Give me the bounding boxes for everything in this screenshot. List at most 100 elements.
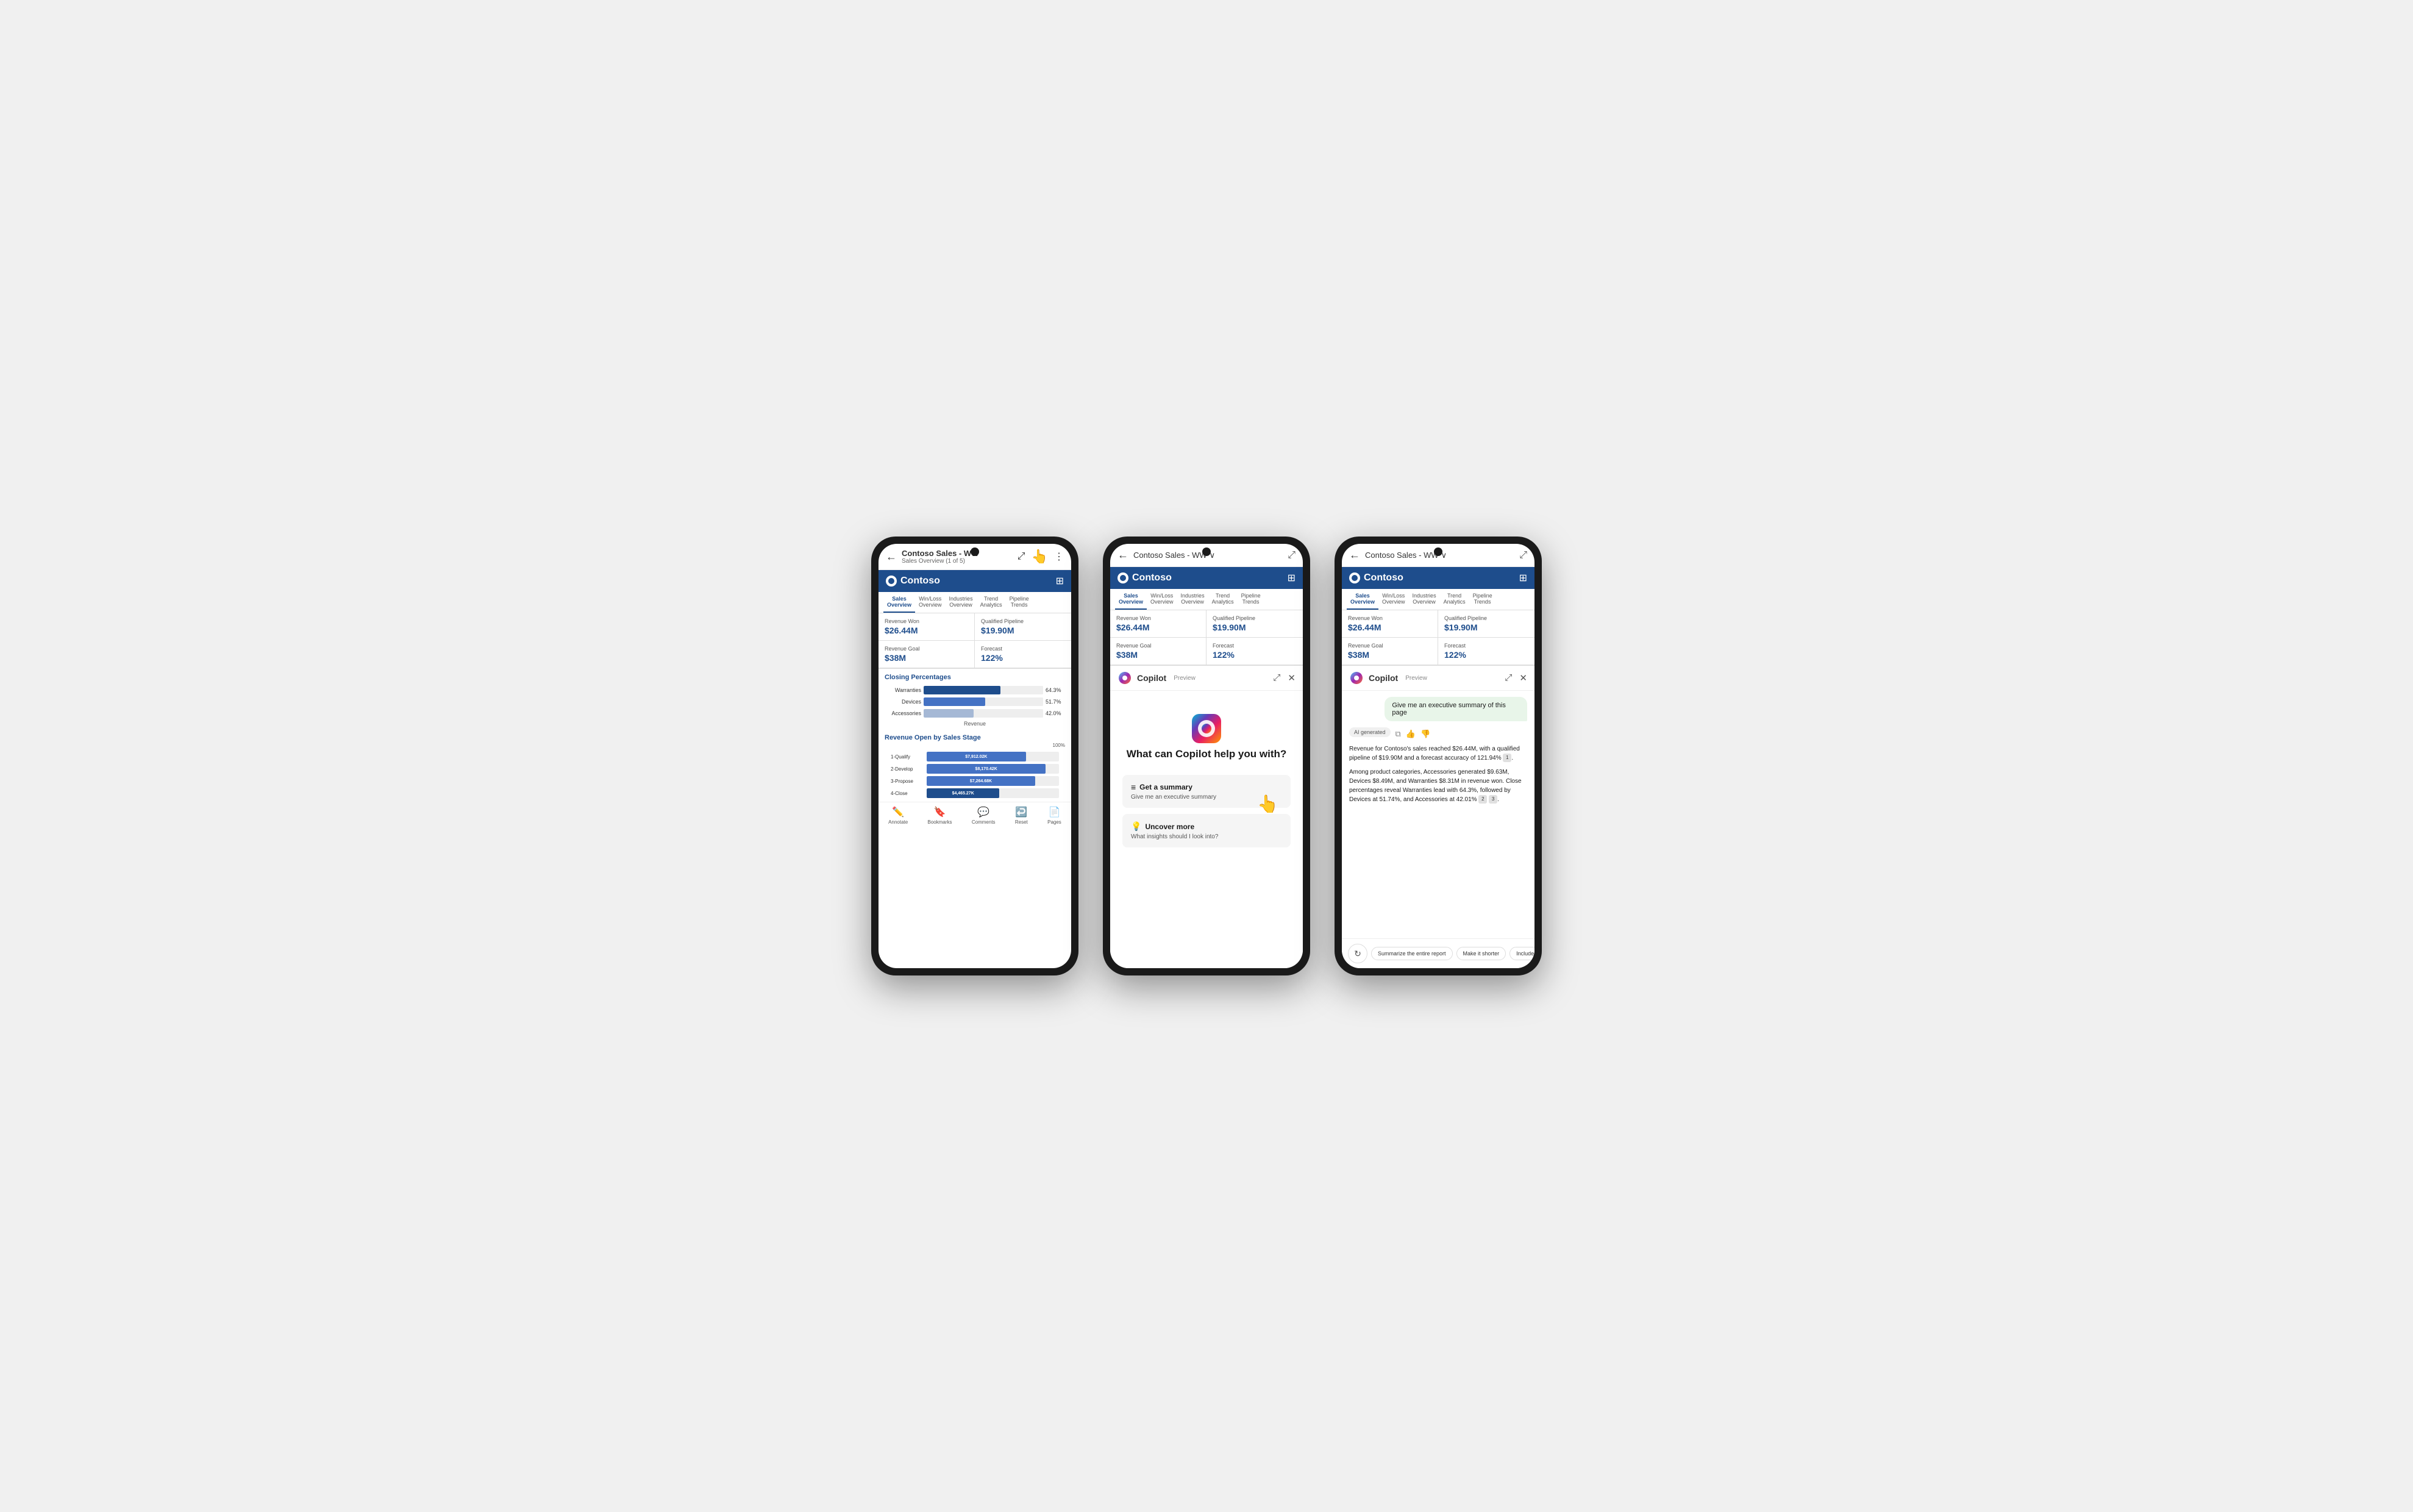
tab-sales-overview[interactable]: SalesOverview — [883, 592, 915, 613]
hand-cursor-2: 👆 — [1257, 794, 1278, 814]
expand-icon-2[interactable]: ⤢ — [1288, 550, 1296, 561]
expand-copilot-icon[interactable]: ⤢ — [1273, 672, 1280, 683]
back-icon-2[interactable]: ← — [1117, 549, 1128, 562]
pages-icon: 📄 — [1048, 806, 1060, 818]
expand-copilot-icon-3[interactable]: ⤢ — [1505, 672, 1512, 683]
reset-icon: ↩️ — [1015, 806, 1027, 818]
metrics-grid-1: Revenue Won $26.44M Qualified Pipeline $… — [879, 613, 1071, 669]
contoso-dot-3 — [1349, 572, 1360, 583]
tab3-trend[interactable]: TrendAnalytics — [1440, 589, 1469, 610]
metric-qualified-value: $19.90M — [981, 626, 1065, 635]
nav-annotate-label: Annotate — [888, 819, 908, 825]
chip-summarize-report[interactable]: Summarize the entire report — [1371, 947, 1453, 960]
phone-2-top-actions: ⤢ — [1288, 550, 1296, 561]
expand-icon-3[interactable]: ⤢ — [1519, 550, 1527, 561]
tab3-winloss[interactable]: Win/LossOverview — [1378, 589, 1409, 610]
bar-warranties-fill — [924, 686, 1000, 694]
more-icon[interactable]: ⋮ — [1054, 551, 1064, 563]
header-title-area: Contoso Sales - WW Sales Overview (1 of … — [902, 549, 1013, 565]
tab3-pipeline[interactable]: PipelineTrends — [1469, 589, 1496, 610]
nav-pages[interactable]: 📄 Pages — [1047, 806, 1061, 825]
ai-text-2: Among product categories, Accessories ge… — [1349, 768, 1527, 804]
stage-qualify-label: 1-Qualify — [891, 754, 924, 760]
stage-qualify-track: $7,912.02K — [927, 752, 1059, 761]
annotate-icon: ✏️ — [892, 806, 904, 818]
report-subtitle: Sales Overview (1 of 5) — [902, 558, 1013, 565]
refresh-button[interactable]: ↻ — [1348, 944, 1367, 963]
tab2-sales-overview[interactable]: SalesOverview — [1115, 589, 1147, 610]
metric-revenue-goal: Revenue Goal $38M — [879, 641, 975, 668]
tab2-industries[interactable]: IndustriesOverview — [1177, 589, 1208, 610]
phone-1: ← Contoso Sales - WW Sales Overview (1 o… — [871, 537, 1078, 975]
bar-warranties-label: Warranties — [885, 687, 921, 693]
back-icon[interactable]: ← — [886, 551, 897, 563]
copilot-panel-3: Copilot Preview ⤢ ✕ Give me an executive… — [1342, 666, 1534, 968]
stage-propose: 3-Propose $7,264.68K — [885, 775, 1065, 787]
nav-comments[interactable]: 💬 Comments — [972, 806, 996, 825]
thumbs-down-icon[interactable]: 👎 — [1420, 729, 1430, 739]
ai-response-area: AI generated ⧉ 👍 👎 Revenue for Contoso's… — [1349, 727, 1527, 809]
copilot-header-actions-3: ⤢ ✕ — [1505, 672, 1527, 683]
close-copilot-icon[interactable]: ✕ — [1288, 672, 1296, 683]
header-icons: ⤢ 👆 ⋮ — [1018, 549, 1064, 565]
tabs-nav-1: SalesOverview Win/LossOverview Industrie… — [879, 592, 1071, 613]
phone-3-top-actions: ⤢ — [1519, 550, 1527, 561]
chip-make-shorter[interactable]: Make it shorter — [1456, 947, 1506, 960]
bar-devices-fill — [924, 697, 985, 706]
revenue-xlabel: Revenue — [885, 721, 1065, 729]
copy-icon[interactable]: ⧉ — [1395, 729, 1401, 739]
ai-text-1: Revenue for Contoso's sales reached $26.… — [1349, 744, 1527, 763]
stages-title: Revenue Open by Sales Stage — [879, 732, 1071, 743]
metric-forecast-label: Forecast — [981, 646, 1065, 652]
copilot-get-summary[interactable]: ≡ Get a summary Give me an executive sum… — [1122, 775, 1291, 808]
tab3-sales-overview[interactable]: SalesOverview — [1347, 589, 1378, 610]
contoso-logo-3: Contoso — [1349, 572, 1403, 583]
contoso-brand-name-2: Contoso — [1132, 572, 1172, 583]
thumbs-up-icon[interactable]: 👍 — [1406, 729, 1416, 739]
metric-qualified-label: Qualified Pipeline — [981, 618, 1065, 624]
phones-container: ← Contoso Sales - WW Sales Overview (1 o… — [871, 537, 1542, 975]
tab2-winloss[interactable]: Win/LossOverview — [1147, 589, 1177, 610]
stage-propose-fill: $7,264.68K — [927, 776, 1035, 786]
nav-reset[interactable]: ↩️ Reset — [1015, 806, 1028, 825]
nav-annotate[interactable]: ✏️ Annotate — [888, 806, 908, 825]
copilot-header-2: Copilot Preview ⤢ ✕ — [1110, 666, 1303, 691]
metric3-goal-label: Revenue Goal — [1348, 643, 1431, 649]
metric-forecast-value: 122% — [981, 653, 1065, 663]
filter-icon-2[interactable]: ⊞ — [1288, 572, 1296, 584]
copilot-uncover-more[interactable]: 💡 Uncover more What insights should I lo… — [1122, 814, 1291, 847]
stage-develop-label: 2-Develop — [891, 766, 924, 772]
back-icon-3[interactable]: ← — [1349, 549, 1360, 562]
close-copilot-icon-3[interactable]: ✕ — [1519, 672, 1527, 683]
tab2-pipeline[interactable]: PipelineTrends — [1238, 589, 1264, 610]
citation-1[interactable]: 1 — [1503, 754, 1511, 762]
tab2-trend[interactable]: TrendAnalytics — [1208, 589, 1238, 610]
bottom-action-chips: ↻ Summarize the entire report Make it sh… — [1342, 938, 1534, 968]
metric3-qualified-label: Qualified Pipeline — [1444, 615, 1528, 621]
copilot-finger-icon[interactable]: 👆 — [1032, 549, 1048, 565]
metric2-goal-value: $38M — [1116, 650, 1200, 660]
phone-3: ← Contoso Sales - WW ∨ ⤢ Contoso ⊞ — [1335, 537, 1542, 975]
metric3-qualified-value: $19.90M — [1444, 622, 1528, 632]
tab-industries-overview[interactable]: IndustriesOverview — [946, 592, 977, 613]
metric-revenue-won-label: Revenue Won — [885, 618, 968, 624]
hundred-pct-label: 100% — [1053, 743, 1065, 748]
metric2-forecast: Forecast 122% — [1206, 638, 1303, 665]
metric2-forecast-label: Forecast — [1213, 643, 1297, 649]
stages-chart: 1-Qualify $7,912.02K 2-Develop $8,170.42… — [879, 748, 1071, 802]
tab3-industries[interactable]: IndustriesOverview — [1409, 589, 1440, 610]
expand-icon[interactable]: ⤢ — [1018, 551, 1025, 562]
chip-include-more[interactable]: Include more details — [1509, 947, 1534, 960]
nav-bookmarks[interactable]: 🔖 Bookmarks — [928, 806, 952, 825]
metric-revenue-won: Revenue Won $26.44M — [879, 613, 975, 641]
filter-icon-3[interactable]: ⊞ — [1519, 572, 1527, 584]
stage-develop: 2-Develop $8,170.42K — [885, 763, 1065, 775]
citation-3[interactable]: 3 — [1489, 795, 1497, 804]
bar-chart-area: Warranties 64.3% Devices 51.7% Accessori… — [879, 683, 1071, 732]
tab-winloss-overview[interactable]: Win/LossOverview — [915, 592, 946, 613]
citation-2[interactable]: 2 — [1478, 795, 1487, 804]
tab-pipeline-trends[interactable]: PipelineTrends — [1006, 592, 1033, 613]
tab-trend-analytics[interactable]: TrendAnalytics — [977, 592, 1006, 613]
filter-icon[interactable]: ⊞ — [1056, 575, 1064, 587]
metrics-grid-3: Revenue Won $26.44M Qualified Pipeline $… — [1342, 610, 1534, 666]
